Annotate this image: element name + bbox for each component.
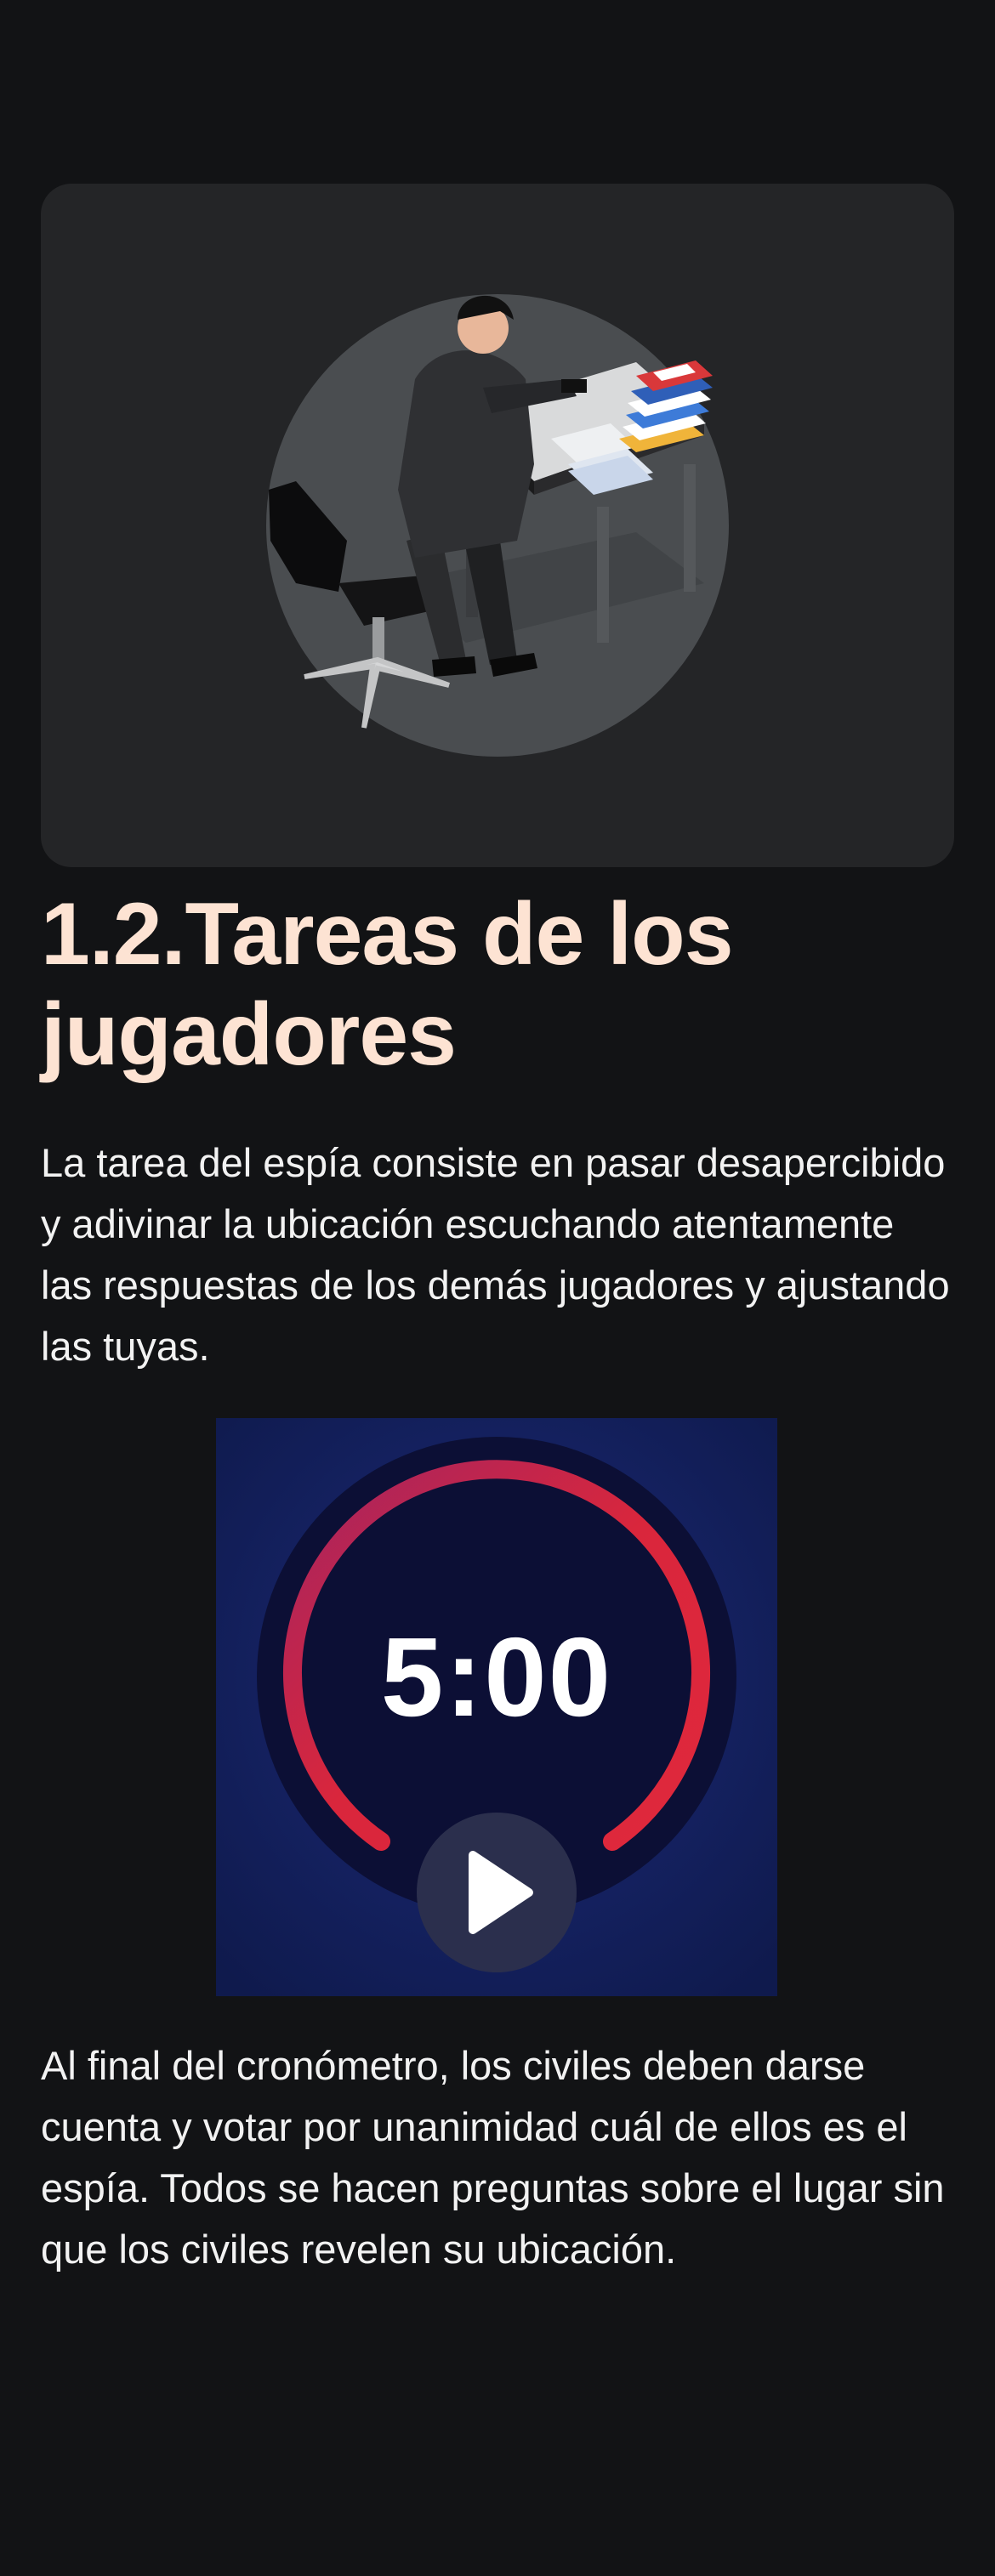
paragraph-spy-task: La tarea del espía consiste en pasar des… <box>41 1140 950 1369</box>
timer-display: 5:00 <box>380 1614 613 1739</box>
section-title: 1.2.Tareas de los jugadores <box>41 885 734 1084</box>
spy-at-desk-illustration <box>266 294 729 757</box>
timer-widget: 5:00 <box>216 1418 777 1996</box>
paragraph-timer-end: Al final del cronómetro, los civiles deb… <box>41 2043 945 2272</box>
play-icon <box>469 1851 533 1934</box>
hero-illustration-card <box>41 184 954 867</box>
play-button[interactable] <box>417 1813 577 1972</box>
